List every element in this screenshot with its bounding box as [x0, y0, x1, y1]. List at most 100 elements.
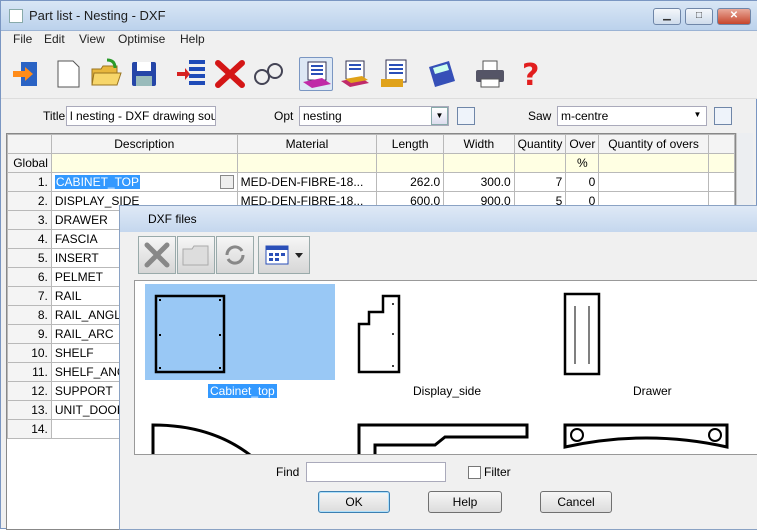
- column-header-over[interactable]: Over: [565, 134, 600, 154]
- column-header-description[interactable]: Description: [50, 134, 238, 154]
- insert-row-icon[interactable]: [175, 57, 209, 91]
- row-number: 11.: [7, 362, 52, 382]
- dialog-title-bar: DXF files: [120, 206, 757, 232]
- row-number: 3.: [7, 210, 52, 230]
- print-icon[interactable]: [473, 57, 507, 91]
- grid-cell[interactable]: [707, 153, 735, 173]
- delete-file-icon[interactable]: [138, 236, 176, 274]
- column-header-quantity-of-overs[interactable]: Quantity of overs: [598, 134, 709, 154]
- row-number: 14.: [7, 419, 52, 439]
- open-icon[interactable]: [89, 57, 123, 91]
- grid-cell[interactable]: [513, 153, 567, 173]
- save-icon[interactable]: [127, 57, 161, 91]
- main-window: Part list - Nesting - DXF ▁ □ ✕ File Edi…: [0, 0, 757, 530]
- grid-header: Description Material Length Width Quanti…: [7, 134, 735, 154]
- dxf-files-dialog: DXF files Cabinet_top Display_side Drawe…: [119, 205, 757, 530]
- exit-icon[interactable]: [11, 57, 45, 91]
- toolbar: ?: [1, 49, 757, 99]
- global-over-unit[interactable]: %: [565, 153, 600, 173]
- row-number: 10.: [7, 343, 52, 363]
- length-cell[interactable]: 262.0: [376, 172, 445, 192]
- over-cell[interactable]: 0: [565, 172, 600, 192]
- column-header-width[interactable]: Width: [443, 134, 515, 154]
- parts-list-icon[interactable]: [299, 57, 333, 91]
- column-header-length[interactable]: Length: [376, 134, 445, 154]
- title-label: Title: [43, 109, 66, 123]
- find-input[interactable]: [306, 462, 446, 482]
- opt-select[interactable]: nesting: [299, 106, 449, 126]
- close-button[interactable]: ✕: [717, 8, 751, 25]
- dxf-thumbnail-fascia[interactable]: [145, 419, 335, 454]
- quantity-cell[interactable]: 7: [513, 172, 567, 192]
- selected-description-text[interactable]: CABINET_TOP: [54, 175, 141, 189]
- row-number: 2.: [7, 191, 52, 211]
- title-field[interactable]: l nesting - DXF drawing source: [66, 106, 216, 126]
- menu-help[interactable]: Help: [180, 32, 205, 46]
- filter-label: Filter: [484, 465, 511, 479]
- maximize-button[interactable]: □: [685, 8, 713, 25]
- open-folder-icon[interactable]: [177, 236, 215, 274]
- row-number: 9.: [7, 324, 52, 344]
- cell-ellipsis-button[interactable]: [219, 175, 234, 189]
- board-list-icon[interactable]: [338, 57, 372, 91]
- dxf-file-gallery: Cabinet_top Display_side Drawer: [134, 280, 757, 455]
- dxf-caption-display-side[interactable]: Display_side: [413, 384, 481, 398]
- row-number: 7.: [7, 286, 52, 306]
- grid-cell[interactable]: [236, 153, 378, 173]
- dxf-caption-drawer[interactable]: Drawer: [633, 384, 672, 398]
- opt-list-button[interactable]: [457, 107, 475, 125]
- filter-checkbox[interactable]: [468, 466, 481, 479]
- row-number: 1.: [7, 172, 52, 192]
- refresh-icon[interactable]: [216, 236, 254, 274]
- table-row: 1. CABINET_TOP MED-DEN-FIBRE-18... 262.0 300…: [7, 172, 735, 192]
- saw-list-button[interactable]: [714, 107, 732, 125]
- grid-cell[interactable]: [598, 153, 709, 173]
- delete-icon[interactable]: [213, 57, 247, 91]
- dxf-thumbnail-pelmet[interactable]: [547, 419, 737, 454]
- blank-cell[interactable]: [707, 172, 735, 192]
- saw-select[interactable]: m-centre: [557, 106, 707, 126]
- new-icon[interactable]: [51, 57, 85, 91]
- edging-list-icon[interactable]: [378, 57, 412, 91]
- column-header-quantity[interactable]: Quantity: [513, 134, 567, 154]
- row-number-header: [7, 134, 52, 154]
- opt-dropdown-arrow[interactable]: ▼: [431, 107, 448, 125]
- help-icon[interactable]: ?: [513, 57, 547, 93]
- saw-label: Saw: [528, 109, 552, 123]
- dxf-thumbnail-drawer[interactable]: [547, 284, 737, 380]
- dxf-thumbnail-cabinet-top[interactable]: [145, 284, 335, 380]
- row-number: 13.: [7, 400, 52, 420]
- title-bar: Part list - Nesting - DXF ▁ □ ✕: [1, 1, 757, 31]
- dxf-caption-cabinet-top[interactable]: Cabinet_top: [208, 384, 277, 398]
- description-cell[interactable]: CABINET_TOP: [50, 172, 238, 192]
- svg-text:?: ?: [522, 58, 539, 91]
- dxf-thumbnail-insert[interactable]: [345, 419, 535, 454]
- grid-cell[interactable]: [376, 153, 445, 173]
- row-number: 12.: [7, 381, 52, 401]
- width-cell[interactable]: 300.0: [443, 172, 515, 192]
- row-number: 5.: [7, 248, 52, 268]
- find-icon[interactable]: [251, 57, 285, 91]
- dxf-thumbnail-display-side[interactable]: [345, 284, 535, 380]
- minimize-button[interactable]: ▁: [653, 8, 681, 25]
- row-number: 6.: [7, 267, 52, 287]
- menu-optimise[interactable]: Optimise: [118, 32, 165, 46]
- material-cell[interactable]: MED-DEN-FIBRE-18...: [236, 172, 378, 192]
- find-label: Find: [276, 465, 300, 479]
- menu-file[interactable]: File: [13, 32, 32, 46]
- menu-edit[interactable]: Edit: [44, 32, 65, 46]
- grid-cell[interactable]: [50, 153, 238, 173]
- saw-dropdown-arrow[interactable]: ▼: [689, 107, 706, 125]
- grid-cell[interactable]: [443, 153, 515, 173]
- menu-bar: File Edit View Optimise Help: [1, 31, 757, 49]
- column-header-material[interactable]: Material: [236, 134, 378, 154]
- cancel-button[interactable]: Cancel: [540, 491, 612, 513]
- app-icon: [9, 9, 23, 23]
- help-button[interactable]: Help: [428, 491, 502, 513]
- global-label: Global: [7, 153, 52, 173]
- calculator-icon[interactable]: [425, 57, 459, 91]
- ok-button[interactable]: OK: [318, 491, 390, 513]
- view-mode-icon[interactable]: [258, 236, 310, 274]
- quantity-of-overs-cell[interactable]: [598, 172, 709, 192]
- menu-view[interactable]: View: [79, 32, 105, 46]
